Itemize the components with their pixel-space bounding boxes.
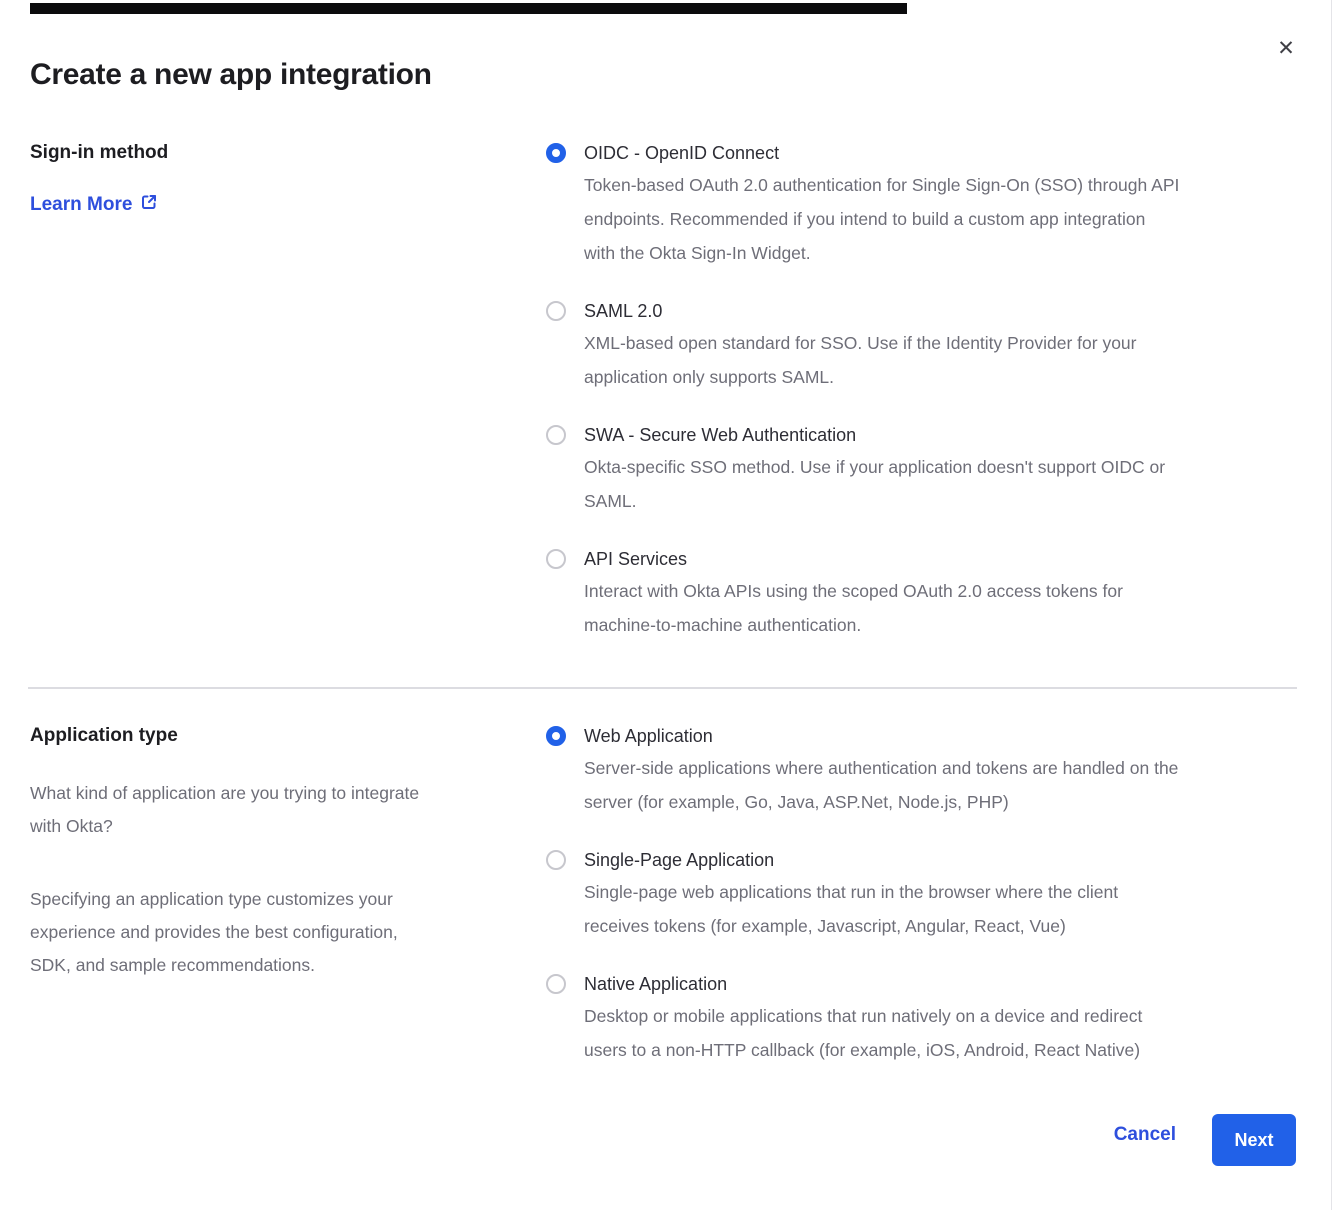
application-type-options: Web Application Server-side applications… — [546, 724, 1301, 1096]
application-type-explanation: Specifying an application type customize… — [30, 883, 520, 982]
signin-method-options: OIDC - OpenID Connect Token-based OAuth … — [546, 141, 1301, 671]
option-swa: SWA - Secure Web Authentication Okta-spe… — [546, 423, 1301, 518]
cancel-button[interactable]: Cancel — [1114, 1124, 1176, 1146]
radio-api-services[interactable] — [546, 549, 566, 569]
option-web-app: Web Application Server-side applications… — [546, 724, 1301, 819]
radio-spa[interactable] — [546, 850, 566, 870]
option-saml-description: XML-based open standard for SSO. Use if … — [584, 326, 1137, 394]
option-oidc-label[interactable]: OIDC - OpenID Connect — [584, 141, 1179, 165]
learn-more-link[interactable]: Learn More — [30, 193, 158, 217]
radio-saml[interactable] — [546, 301, 566, 321]
option-web-app-label[interactable]: Web Application — [584, 724, 1178, 748]
section-divider — [28, 687, 1297, 689]
application-type-header: Application type What kind of applicatio… — [30, 724, 520, 982]
option-spa-description: Single-page web applications that run in… — [584, 875, 1118, 943]
top-dark-bar — [30, 3, 907, 14]
option-native-app: Native Application Desktop or mobile app… — [546, 972, 1301, 1067]
option-api-services-label[interactable]: API Services — [584, 547, 1123, 571]
option-native-app-description: Desktop or mobile applications that run … — [584, 999, 1142, 1067]
radio-oidc[interactable] — [546, 143, 566, 163]
signin-method-label: Sign-in method — [30, 141, 510, 165]
option-api-services-description: Interact with Okta APIs using the scoped… — [584, 574, 1123, 642]
option-saml: SAML 2.0 XML-based open standard for SSO… — [546, 299, 1301, 394]
option-web-app-description: Server-side applications where authentic… — [584, 751, 1178, 819]
option-native-app-label[interactable]: Native Application — [584, 972, 1142, 996]
radio-swa[interactable] — [546, 425, 566, 445]
radio-native-app[interactable] — [546, 974, 566, 994]
option-swa-description: Okta-specific SSO method. Use if your ap… — [584, 450, 1165, 518]
external-link-icon — [140, 193, 158, 217]
create-app-integration-modal: ✕ Create a new app integration Sign-in m… — [0, 0, 1332, 1210]
next-button[interactable]: Next — [1212, 1114, 1296, 1166]
radio-web-app[interactable] — [546, 726, 566, 746]
option-spa: Single-Page Application Single-page web … — [546, 848, 1301, 943]
option-oidc-description: Token-based OAuth 2.0 authentication for… — [584, 168, 1179, 270]
close-icon[interactable]: ✕ — [1274, 36, 1298, 60]
application-type-label: Application type — [30, 724, 520, 748]
option-api-services: API Services Interact with Okta APIs usi… — [546, 547, 1301, 642]
learn-more-label: Learn More — [30, 194, 132, 216]
option-swa-label[interactable]: SWA - Secure Web Authentication — [584, 423, 1165, 447]
option-saml-label[interactable]: SAML 2.0 — [584, 299, 1137, 323]
option-spa-label[interactable]: Single-Page Application — [584, 848, 1118, 872]
signin-method-header: Sign-in method Learn More — [30, 141, 510, 217]
option-oidc: OIDC - OpenID Connect Token-based OAuth … — [546, 141, 1301, 270]
application-type-question: What kind of application are you trying … — [30, 777, 520, 843]
page-title: Create a new app integration — [30, 58, 432, 92]
